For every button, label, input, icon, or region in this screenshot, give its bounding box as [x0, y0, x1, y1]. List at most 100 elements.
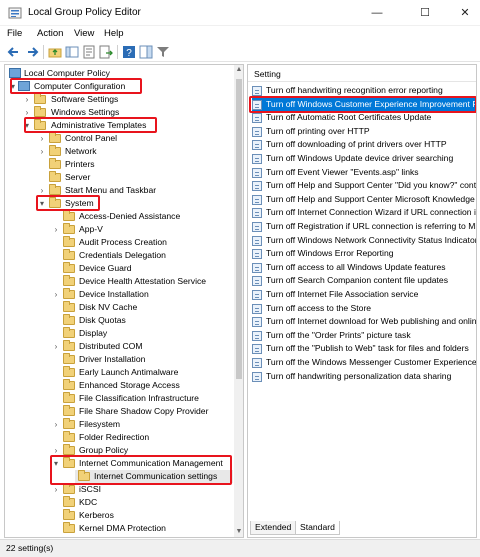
setting-row[interactable]: Turn off Windows Network Connectivity St… — [252, 234, 476, 248]
setting-row[interactable]: Turn off Help and Support Center Microso… — [252, 193, 476, 207]
setting-row[interactable]: Turn off access to the Store — [252, 302, 476, 316]
tree-item-control-panel[interactable]: › Control Panel — [5, 132, 233, 145]
tree-item-disk-quotas[interactable]: Disk Quotas — [5, 314, 233, 327]
setting-row[interactable]: Turn off handwriting recognition error r… — [252, 84, 476, 98]
tree-item-file-share-shadow-copy-provider[interactable]: File Share Shadow Copy Provider — [5, 405, 233, 418]
policy-setting-icon — [252, 330, 262, 341]
tree-item-device-installation[interactable]: › Device Installation — [5, 288, 233, 301]
setting-row[interactable]: Turn off Registration if URL connection … — [252, 220, 476, 234]
tree-item-windows-settings[interactable]: › Windows Settings — [5, 106, 233, 119]
maximize-button[interactable]: ☐ — [410, 3, 440, 23]
setting-row[interactable]: Turn off Automatic Root Certificates Upd… — [252, 111, 476, 125]
filter-icon[interactable] — [155, 44, 171, 60]
menu-help[interactable]: Help — [104, 28, 124, 39]
tree-item-filesystem[interactable]: › Filesystem — [5, 418, 233, 431]
collapse-arrow-icon[interactable]: ▾ — [23, 119, 31, 132]
setting-label: Turn off handwriting recognition error r… — [266, 85, 443, 95]
setting-row[interactable]: Turn off the "Order Prints" picture task — [252, 329, 476, 343]
tree-item-display[interactable]: Display — [5, 327, 233, 340]
setting-row[interactable]: Turn off Internet File Association servi… — [252, 288, 476, 302]
expand-arrow-icon[interactable]: › — [52, 418, 60, 431]
menu-file[interactable]: File — [7, 28, 22, 39]
tree-item-local-computer-policy[interactable]: Local Computer Policy — [5, 67, 233, 80]
tree-item-file-classification-infrastructure[interactable]: File Classification Infrastructure — [5, 392, 233, 405]
setting-row[interactable]: Turn off handwriting personalization dat… — [252, 370, 476, 384]
show-hide-tree-icon[interactable] — [64, 44, 80, 60]
tab-standard[interactable]: Standard — [295, 521, 340, 535]
expand-arrow-icon[interactable]: › — [38, 184, 46, 197]
expand-arrow-icon[interactable]: › — [52, 223, 60, 236]
scroll-up-icon[interactable]: ▲ — [234, 65, 243, 75]
expand-arrow-icon[interactable]: › — [23, 93, 31, 106]
export-list-icon[interactable] — [98, 44, 114, 60]
tree-item-internet-communication-settings[interactable]: Internet Communication settings — [75, 470, 233, 483]
tree-item-audit-process-creation[interactable]: Audit Process Creation — [5, 236, 233, 249]
tree-item-administrative-templates[interactable]: ▾ Administrative Templates — [5, 119, 233, 132]
setting-label: Turn off Windows Update device driver se… — [266, 153, 454, 163]
tree-item-device-guard[interactable]: Device Guard — [5, 262, 233, 275]
setting-row[interactable]: Turn off the "Publish to Web" task for f… — [252, 342, 476, 356]
expand-arrow-icon[interactable]: › — [52, 483, 60, 496]
folder-icon — [63, 444, 75, 455]
tree-item-device-health-attestation-service[interactable]: Device Health Attestation Service — [5, 275, 233, 288]
help-icon[interactable]: ? — [121, 44, 137, 60]
collapse-arrow-icon[interactable]: ▾ — [52, 457, 60, 470]
expand-arrow-icon[interactable]: › — [38, 145, 46, 158]
tree-item-access-denied-assistance[interactable]: Access-Denied Assistance — [5, 210, 233, 223]
tree-item-system[interactable]: ▾ System — [5, 197, 233, 210]
setting-row[interactable]: Turn off access to all Windows Update fe… — [252, 261, 476, 275]
tree-item-iscsi[interactable]: › iSCSI — [5, 483, 233, 496]
properties-sheet-icon[interactable] — [81, 44, 97, 60]
tree-item-printers[interactable]: Printers — [5, 158, 233, 171]
setting-row[interactable]: Turn off the Windows Messenger Customer … — [252, 356, 476, 370]
up-folder-icon[interactable] — [47, 44, 63, 60]
tree-item-distributed-com[interactable]: › Distributed COM — [5, 340, 233, 353]
setting-row[interactable]: Turn off Windows Update device driver se… — [252, 152, 476, 166]
tree-item-kerberos[interactable]: Kerberos — [5, 509, 233, 522]
setting-row[interactable]: Turn off Event Viewer "Events.asp" links — [252, 166, 476, 180]
setting-row[interactable]: Turn off Internet Connection Wizard if U… — [252, 206, 476, 220]
tree-item-early-launch-antimalware[interactable]: Early Launch Antimalware — [5, 366, 233, 379]
collapse-arrow-icon[interactable]: ▾ — [38, 197, 46, 210]
close-button[interactable]: ✕ — [450, 3, 480, 23]
setting-row[interactable]: Turn off Windows Error Reporting — [252, 247, 476, 261]
setting-row[interactable]: Turn off Windows Customer Experience Imp… — [252, 97, 476, 112]
collapse-arrow-icon[interactable]: ▾ — [9, 80, 17, 93]
setting-row[interactable]: Turn off Internet download for Web publi… — [252, 315, 476, 329]
tree-item-computer-configuration[interactable]: ▾ Computer Configuration — [5, 80, 233, 93]
menu-view[interactable]: View — [74, 28, 94, 39]
expand-arrow-icon[interactable]: › — [38, 132, 46, 145]
setting-row[interactable]: Turn off Help and Support Center "Did yo… — [252, 179, 476, 193]
scrollbar-thumb[interactable] — [236, 79, 242, 379]
expand-arrow-icon[interactable]: › — [52, 444, 60, 457]
tree-scrollbar[interactable]: ▲ ▼ — [234, 65, 243, 537]
setting-row[interactable]: Turn off downloading of print drivers ov… — [252, 138, 476, 152]
tree-item-software-settings[interactable]: › Software Settings — [5, 93, 233, 106]
tree-item-enhanced-storage-access[interactable]: Enhanced Storage Access — [5, 379, 233, 392]
tree-item-network[interactable]: › Network — [5, 145, 233, 158]
tree-item-kernel-dma-protection[interactable]: Kernel DMA Protection — [5, 522, 233, 535]
tree-item-driver-installation[interactable]: Driver Installation — [5, 353, 233, 366]
tree-item-credentials-delegation[interactable]: Credentials Delegation — [5, 249, 233, 262]
expand-arrow-icon[interactable]: › — [52, 288, 60, 301]
setting-column-header[interactable]: Setting — [248, 65, 476, 82]
tree-item-group-policy[interactable]: › Group Policy — [5, 444, 233, 457]
tree-item-kdc[interactable]: KDC — [5, 496, 233, 509]
setting-row[interactable]: Turn off printing over HTTP — [252, 125, 476, 139]
forward-arrow-icon[interactable] — [24, 44, 40, 60]
expand-arrow-icon[interactable]: › — [52, 340, 60, 353]
minimize-button[interactable]: — — [362, 3, 392, 23]
tree-item-start-menu-and-taskbar[interactable]: › Start Menu and Taskbar — [5, 184, 233, 197]
expand-arrow-icon[interactable]: › — [23, 106, 31, 119]
scroll-down-icon[interactable]: ▼ — [234, 527, 243, 537]
tree-item-internet-communication-management[interactable]: ▾ Internet Communication Management — [5, 457, 233, 470]
tree-item-disk-nv-cache[interactable]: Disk NV Cache — [5, 301, 233, 314]
show-hide-action-pane-icon[interactable] — [138, 44, 154, 60]
back-arrow-icon[interactable] — [6, 44, 22, 60]
tree-item-folder-redirection[interactable]: Folder Redirection — [5, 431, 233, 444]
setting-row[interactable]: Turn off Search Companion content file u… — [252, 274, 476, 288]
tree-item-app-v[interactable]: › App-V — [5, 223, 233, 236]
menu-action[interactable]: Action — [37, 28, 63, 39]
tree-item-server[interactable]: Server — [5, 171, 233, 184]
tab-extended[interactable]: Extended — [250, 521, 297, 535]
